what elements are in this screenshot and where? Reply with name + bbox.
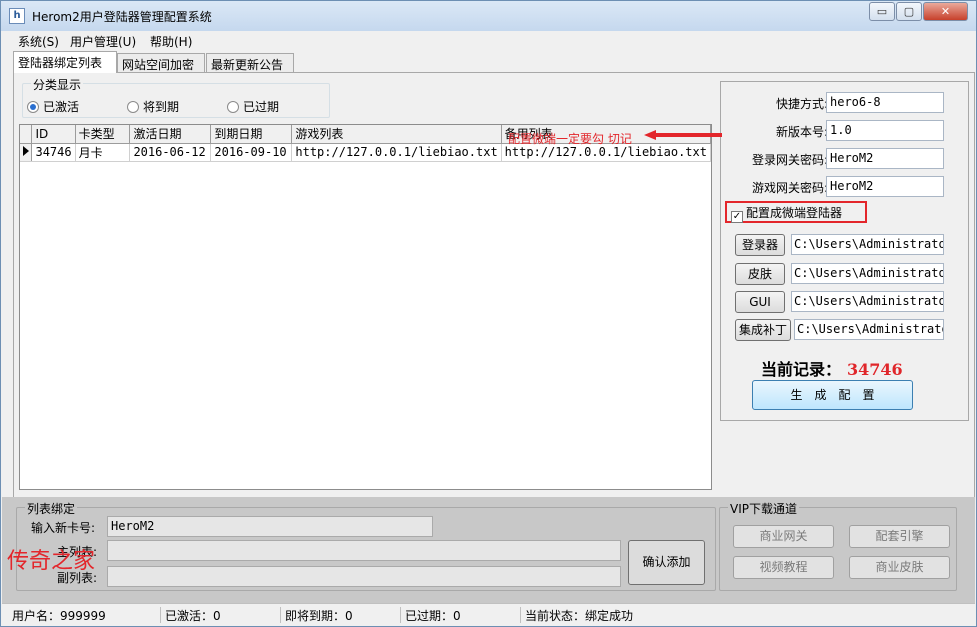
skin-path-input[interactable]: C:\Users\Administrato — [791, 263, 944, 284]
version-input[interactable]: 1.0 — [826, 120, 944, 141]
config-panel: 快捷方式: hero6-8 新版本号: 1.0 登录网关密码: HeroM2 游… — [720, 81, 969, 421]
col-id[interactable]: ID — [31, 125, 76, 144]
microclient-label: 配置成微端登陆器 — [746, 206, 843, 220]
radio-dot-icon — [27, 101, 39, 113]
login-password-label: 登录网关密码: — [751, 153, 828, 167]
game-password-input[interactable]: HeroM2 — [826, 176, 944, 197]
radio-dot-icon — [227, 101, 239, 113]
generate-config-button[interactable]: 生 成 配 置 — [752, 380, 913, 410]
login-password-input[interactable]: HeroM2 — [826, 148, 944, 169]
microclient-checkbox[interactable]: ✓ 配置成微端登陆器 — [725, 201, 867, 223]
title-bar[interactable]: h Herom2用户登陆器管理配置系统 ▭ ▢ ✕ — [1, 1, 976, 31]
launcher-button[interactable]: 登录器 — [735, 234, 785, 256]
card-number-label: 输入新卡号: — [31, 521, 96, 535]
app-icon: h — [9, 8, 25, 24]
tab-update-notice[interactable]: 最新更新公告 — [206, 53, 294, 73]
cell-id[interactable]: 34746 — [31, 143, 76, 162]
sub-list-input[interactable] — [107, 566, 621, 587]
status-expired: 已过期：0 — [400, 607, 461, 623]
tab-site-encryption[interactable]: 网站空间加密 — [117, 53, 205, 73]
main-list-input[interactable] — [107, 540, 621, 561]
cell-card-type[interactable]: 月卡 — [75, 143, 131, 162]
gui-path-input[interactable]: C:\Users\Administrato — [791, 291, 944, 312]
record-label: 当前记录： — [761, 360, 842, 379]
radio-dot-icon — [127, 101, 139, 113]
version-label: 新版本号: — [775, 125, 828, 139]
checkmark-icon: ✓ — [731, 211, 743, 223]
row-pointer-icon — [23, 146, 29, 156]
skin-button[interactable]: 皮肤 — [735, 263, 785, 285]
col-expire-date[interactable]: 到期日期 — [210, 125, 293, 144]
radio-label: 已过期 — [243, 100, 280, 114]
menu-system[interactable]: 系统(S) — [18, 33, 59, 50]
watermark: 传奇之家 — [7, 549, 96, 574]
col-game-list[interactable]: 游戏列表 — [291, 125, 502, 144]
list-binding-title: 列表绑定 — [25, 500, 78, 517]
game-password-label: 游戏网关密码: — [751, 181, 828, 195]
menu-user-management[interactable]: 用户管理(U) — [70, 33, 136, 50]
shortcut-label: 快捷方式: — [775, 97, 828, 111]
confirm-add-button[interactable]: 确认添加 — [628, 540, 705, 585]
category-title: 分类显示 — [31, 76, 84, 93]
radio-expired[interactable]: 已过期 — [227, 98, 279, 115]
col-activate-date[interactable]: 激活日期 — [129, 125, 212, 144]
radio-label: 已激活 — [43, 100, 80, 114]
radio-label: 将到期 — [143, 100, 180, 114]
list-binding-group: 列表绑定 输入新卡号: HeroM2 主列表: 副列表: 确认添加 — [16, 500, 716, 591]
category-group: 分类显示 已激活 将到期 已过期 — [22, 76, 330, 118]
record-value: 34746 — [847, 360, 903, 379]
annotation-text: 配置微端一定要勾 切记 — [508, 132, 632, 146]
status-bar: 用户名：999999 已激活：0 即将到期：0 已过期：0 当前状态：绑定成功 — [2, 603, 975, 626]
cell-expire-date[interactable]: 2016-09-10 — [210, 143, 293, 162]
row-indicator — [20, 143, 33, 162]
vip-title: VIP下载通道 — [728, 500, 799, 517]
vip-group: VIP下载通道 商业网关 配套引擎 视频教程 商业皮肤 — [719, 500, 957, 591]
vip-skin-button[interactable]: 商业皮肤 — [849, 556, 950, 579]
tab-launcher-binding[interactable]: 登陆器绑定列表 — [13, 51, 117, 73]
patch-button[interactable]: 集成补丁 — [735, 319, 791, 341]
launcher-path-input[interactable]: C:\Users\Administrato — [791, 234, 944, 255]
shortcut-input[interactable]: hero6-8 — [826, 92, 944, 113]
current-record: 当前记录： 34746 — [761, 356, 903, 380]
close-button[interactable]: ✕ — [923, 2, 968, 21]
card-number-input[interactable]: HeroM2 — [107, 516, 433, 537]
gui-button[interactable]: GUI — [735, 291, 785, 313]
annotation-arrow-icon — [644, 130, 722, 140]
status-user: 用户名：999999 — [12, 609, 106, 623]
radio-activated[interactable]: 已激活 — [27, 98, 79, 115]
card-table[interactable]: ID 卡类型 激活日期 到期日期 游戏列表 备用列表 34746 月卡 2016… — [19, 124, 712, 490]
bottom-area: 列表绑定 输入新卡号: HeroM2 主列表: 副列表: 确认添加 VIP下载通… — [2, 497, 975, 603]
patch-path-input[interactable]: C:\Users\Administrato — [794, 319, 944, 340]
minimize-button[interactable]: ▭ — [869, 2, 895, 21]
cell-game-list[interactable]: http://127.0.0.1/liebiao.txt — [291, 143, 502, 162]
vip-video-button[interactable]: 视频教程 — [733, 556, 834, 579]
vip-gateway-button[interactable]: 商业网关 — [733, 525, 834, 548]
status-active: 已激活：0 — [160, 607, 221, 623]
window-title: Herom2用户登陆器管理配置系统 — [32, 10, 212, 24]
col-card-type[interactable]: 卡类型 — [75, 125, 131, 144]
row-indicator-header — [20, 125, 33, 144]
radio-expiring[interactable]: 将到期 — [127, 98, 179, 115]
status-state: 当前状态：绑定成功 — [520, 607, 633, 623]
cell-activate-date[interactable]: 2016-06-12 — [129, 143, 212, 162]
vip-engine-button[interactable]: 配套引擎 — [849, 525, 950, 548]
main-window: h Herom2用户登陆器管理配置系统 ▭ ▢ ✕ 系统(S) 用户管理(U) … — [0, 0, 977, 627]
menu-bar: 系统(S) 用户管理(U) 帮助(H) — [2, 31, 975, 50]
status-expiring: 即将到期：0 — [280, 607, 353, 623]
menu-help[interactable]: 帮助(H) — [150, 33, 192, 50]
maximize-button[interactable]: ▢ — [896, 2, 922, 21]
